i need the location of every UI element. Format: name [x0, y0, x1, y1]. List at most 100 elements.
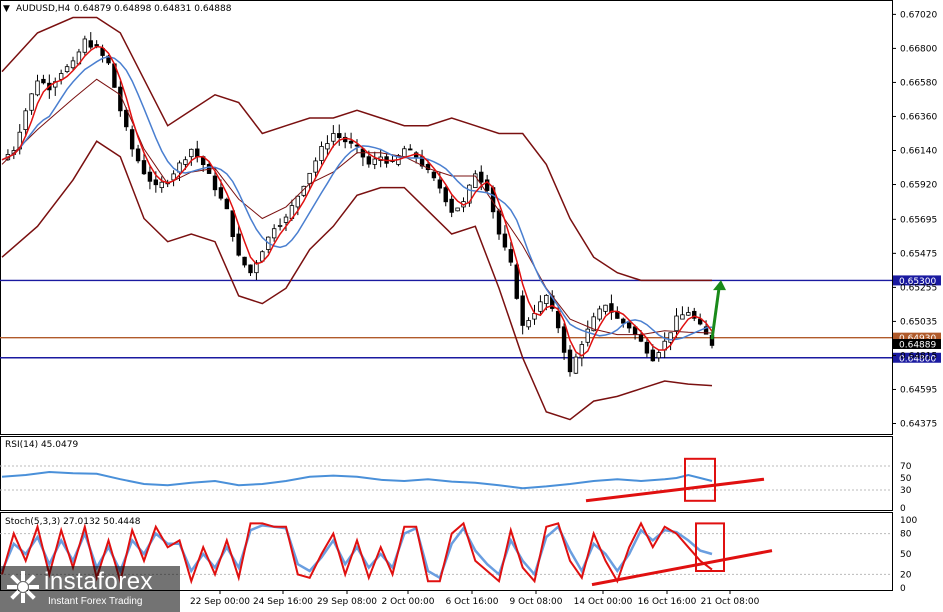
candle-body: [242, 256, 247, 266]
candle-body: [159, 181, 164, 189]
candle-body: [35, 80, 40, 96]
candle-body: [354, 144, 360, 147]
candle-body: [224, 198, 230, 210]
candle-body: [195, 148, 200, 158]
candle-body: [520, 295, 525, 326]
rsi-layer: [0, 465, 892, 491]
x-tick-label: 9 Oct 08:00: [510, 597, 563, 607]
price-y-tick-label: 0.64595: [900, 385, 937, 395]
x-tick-label: 21 Oct 08:00: [701, 597, 760, 607]
candle-body: [508, 249, 514, 263]
candle-body: [366, 156, 372, 165]
bullish-arrow-shaft: [710, 287, 721, 340]
candle-body: [319, 146, 324, 161]
rsi-y-tick-label: 70: [900, 462, 912, 472]
price-y-tick-label: 0.65035: [900, 317, 937, 327]
candle-body: [650, 349, 656, 362]
candle-body: [514, 264, 519, 299]
rsi-panel-frame: [0, 436, 893, 511]
candle-body: [348, 140, 354, 144]
candle-body: [621, 318, 626, 324]
candle-body: [455, 207, 460, 212]
candle-body: [544, 294, 549, 305]
candle-body: [680, 314, 685, 320]
stoch-y-tick-label: 100: [900, 516, 917, 526]
price-y-tick-label: 0.65920: [900, 181, 937, 191]
price-layer: [0, 16, 892, 421]
candle-body: [124, 109, 129, 128]
stoch-y-tick-label: 20: [900, 570, 912, 580]
candle-body: [88, 40, 93, 48]
candle-body: [331, 133, 336, 142]
price-y-tick-label: 0.64375: [900, 419, 937, 429]
candle-body: [129, 129, 135, 150]
candle-body: [183, 159, 188, 165]
candle-body: [526, 320, 531, 328]
candle-body: [295, 195, 301, 208]
candle-body: [597, 308, 602, 320]
candle-body: [538, 301, 543, 312]
candle-body: [372, 158, 377, 165]
candle-body: [561, 326, 567, 353]
ma-slow-line: [1, 55, 713, 341]
stoch-y-tick-label: 50: [900, 550, 912, 560]
candle-body: [626, 322, 632, 329]
instaforex-logo: instaforex Instant Forex Trading: [0, 566, 180, 612]
chart-canvas: 0.653000.649300.648890.648000.643750.645…: [0, 0, 941, 607]
candle-body: [277, 225, 283, 227]
x-tick-label: 29 Sep 08:00: [317, 597, 377, 607]
stoch-y-tick-label: 0: [900, 584, 906, 594]
candle-body: [135, 148, 141, 162]
candle-body: [402, 148, 407, 158]
x-tick-label: 24 Sep 16:00: [253, 597, 313, 607]
candle-body: [307, 172, 312, 185]
candle-body: [64, 66, 70, 73]
candle-body: [674, 315, 679, 332]
price-y-tick-label: 0.66360: [900, 112, 937, 122]
price-y-tick-label: 0.66800: [900, 44, 937, 54]
candle-body: [437, 179, 443, 189]
price-y-tick-label: 0.65475: [900, 249, 937, 259]
chart-symbol-label: AUDUSD,H4: [16, 4, 71, 14]
candle-body: [283, 216, 289, 223]
rsi-y-tick-label: 30: [900, 486, 912, 496]
candle-body: [271, 228, 277, 239]
candle-body: [189, 148, 194, 158]
price-y-tick-label: 0.66140: [900, 146, 937, 156]
stoch-label: Stoch(5,3,3) 27.0132 50.4448: [5, 517, 141, 527]
candle-body: [230, 210, 235, 238]
candle-body: [313, 160, 318, 173]
candle-body: [325, 143, 330, 150]
x-tick-label: 2 Oct 00:00: [382, 597, 435, 607]
stoch-y-tick-label: 80: [900, 530, 912, 540]
logo-brand: instaforex: [44, 568, 154, 595]
bollinger-middle-line: [1, 78, 713, 336]
candle-body: [248, 264, 253, 274]
candle-body: [502, 233, 508, 248]
rsi-line: [1, 470, 713, 490]
candle-body: [644, 341, 650, 354]
candle-body: [153, 179, 159, 186]
candle-body: [70, 60, 76, 69]
candle-body: [29, 93, 34, 111]
price-y-tick-label: 0.64815: [900, 351, 937, 361]
x-tick-label: 22 Sep 00:00: [190, 597, 250, 607]
candle-body: [212, 175, 218, 191]
price-y-tick-label: 0.66580: [900, 78, 937, 88]
candle-body: [656, 352, 661, 359]
rsi-label: RSI(14) 45.0479: [5, 440, 78, 450]
axis-layer: 0.653000.649300.648890.648000.643750.645…: [190, 10, 941, 607]
candle-body: [585, 328, 590, 343]
price-y-tick-label: 0.65255: [900, 283, 937, 293]
candle-body: [449, 198, 454, 213]
bullish-arrow-icon: [713, 280, 726, 291]
logo-tagline: Instant Forex Trading: [48, 596, 143, 607]
candle-body: [431, 171, 437, 179]
candle-body: [337, 133, 342, 138]
candle-body: [82, 38, 88, 53]
rsi-y-tick-label: 0: [900, 504, 906, 514]
candle-body: [686, 312, 691, 316]
price-y-tick-label: 0.65695: [900, 215, 937, 225]
price-panel-frame: [0, 0, 893, 435]
candle-body: [443, 187, 448, 203]
